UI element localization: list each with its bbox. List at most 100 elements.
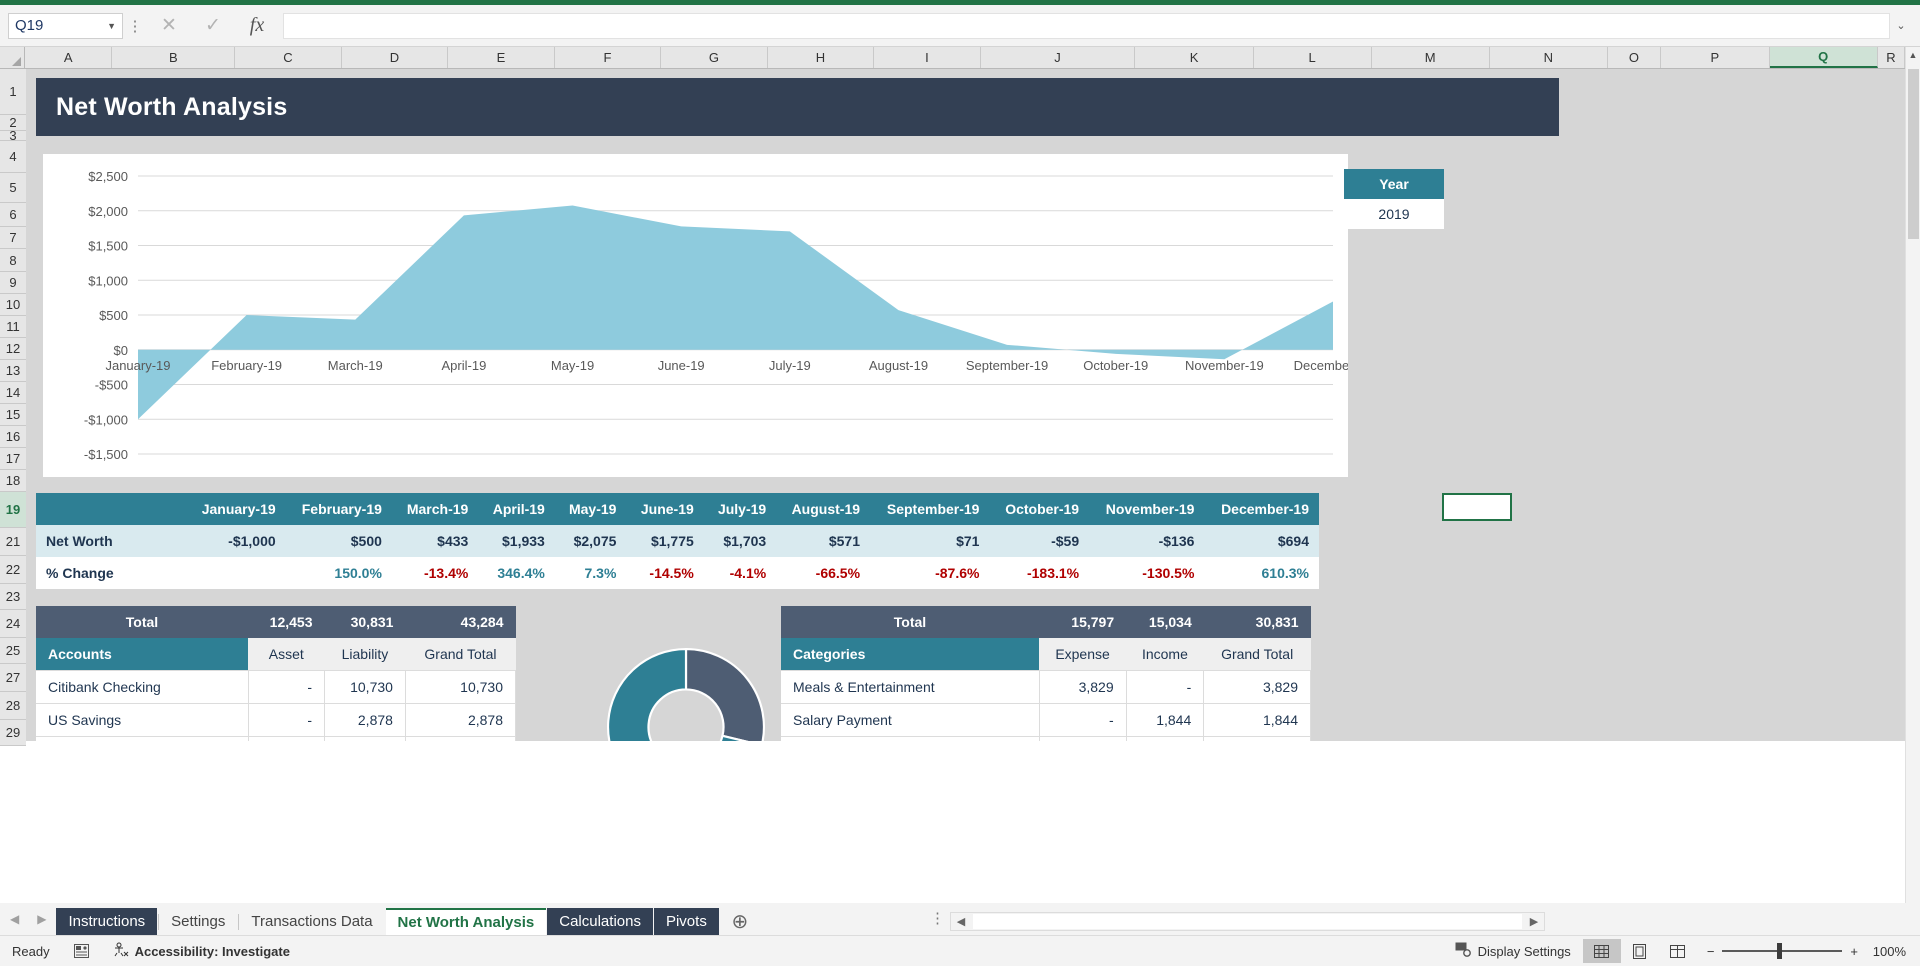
vertical-scroll-thumb[interactable] [1908, 69, 1919, 239]
row-header-28[interactable]: 28 [0, 692, 26, 720]
row-header-23[interactable]: 23 [0, 584, 26, 610]
column-header-n[interactable]: N [1489, 47, 1608, 68]
column-header-l[interactable]: L [1253, 47, 1372, 68]
expand-formula-bar-icon[interactable]: ⌄ [1890, 19, 1912, 32]
column-header-h[interactable]: H [767, 47, 875, 68]
display-settings-button[interactable]: Display Settings [1443, 936, 1583, 966]
sheet-tab-calculations[interactable]: Calculations [547, 908, 653, 935]
column-header-q[interactable]: Q [1769, 47, 1878, 68]
zoom-level-label[interactable]: 100% [1868, 944, 1920, 959]
row-header-14[interactable]: 14 [0, 382, 26, 404]
add-sheet-button[interactable]: ⊕ [720, 908, 760, 935]
horizontal-scroll-thumb[interactable] [973, 914, 1522, 929]
row-header-22[interactable]: 22 [0, 556, 26, 584]
insert-function-icon[interactable]: fx [235, 11, 279, 41]
svg-text:May-19: May-19 [551, 358, 594, 373]
sheet-tab-settings[interactable]: Settings [159, 908, 238, 935]
table-row: Salary Payment -1,844 1,844 [781, 703, 1311, 737]
row-header-6[interactable]: 6 [0, 203, 26, 227]
column-header-r[interactable]: R [1877, 47, 1906, 68]
column-header-j[interactable]: J [980, 47, 1136, 68]
accounts-donut-chart[interactable] [571, 644, 801, 741]
svg-text:November-19: November-19 [1185, 358, 1264, 373]
cancel-icon[interactable]: ✕ [147, 11, 191, 41]
row-header-10[interactable]: 10 [0, 294, 26, 316]
net-worth-area-chart[interactable]: $2,500 $2,000 $1,500 $1,000 $500 $0 -$500 -$1,0… [43, 154, 1348, 477]
name-box[interactable]: Q19 ▼ [8, 12, 123, 39]
categories-row-label: Freelance Work [781, 736, 1040, 741]
row-header-12[interactable]: 12 [0, 338, 26, 360]
column-header-p[interactable]: P [1661, 47, 1770, 68]
scroll-up-icon[interactable]: ▲ [1906, 47, 1920, 63]
row-header-1[interactable]: 1 [0, 69, 26, 115]
previous-sheet-icon[interactable]: ◀ [10, 912, 19, 926]
row-header-15[interactable]: 15 [0, 404, 26, 426]
column-header-b[interactable]: B [112, 47, 236, 68]
categories-column-header: Grand Total [1203, 638, 1311, 671]
column-header-m[interactable]: M [1371, 47, 1490, 68]
zoom-track[interactable] [1722, 943, 1843, 959]
svg-text:March-19: March-19 [328, 358, 383, 373]
row-header-7[interactable]: 7 [0, 227, 26, 249]
formula-bar-overflow-icon[interactable]: ⋮ [123, 17, 147, 35]
net-worth-month-header: February-19 [285, 493, 392, 525]
confirm-icon[interactable]: ✓ [191, 11, 235, 41]
year-filter-value[interactable]: 2019 [1344, 199, 1444, 229]
accessibility-status[interactable]: Accessibility: Investigate [101, 936, 302, 966]
zoom-slider[interactable]: − + [1697, 943, 1868, 959]
column-header-o[interactable]: O [1607, 47, 1662, 68]
column-header-i[interactable]: I [874, 47, 981, 68]
column-header-c[interactable]: C [235, 47, 342, 68]
row-header-24[interactable]: 24 [0, 610, 26, 638]
column-header-row: ABCDEFGHIJKLMNOPQR [0, 47, 1906, 69]
sheet-tab-pivots[interactable]: Pivots [653, 908, 719, 935]
page-break-preview-icon[interactable] [1659, 939, 1697, 963]
page-layout-view-icon[interactable] [1621, 939, 1659, 963]
sheet-tab-net-worth-analysis[interactable]: Net Worth Analysis [385, 908, 547, 935]
sheet-tab-transactions-data[interactable]: Transactions Data [239, 908, 385, 935]
row-header-21[interactable]: 21 [0, 528, 26, 556]
column-header-g[interactable]: G [661, 47, 768, 68]
net-worth-value-cell: 610.3% [1204, 557, 1319, 589]
scroll-left-icon[interactable]: ◀ [951, 915, 971, 928]
column-header-e[interactable]: E [448, 47, 555, 68]
row-header-16[interactable]: 16 [0, 426, 26, 448]
row-header-5[interactable]: 5 [0, 173, 26, 203]
zoom-in-icon[interactable]: + [1850, 944, 1858, 959]
sheet-tab-instructions[interactable]: Instructions [56, 908, 158, 935]
column-header-d[interactable]: D [341, 47, 449, 68]
row-header-17[interactable]: 17 [0, 448, 26, 470]
zoom-out-icon[interactable]: − [1707, 944, 1715, 959]
row-header-11[interactable]: 11 [0, 316, 26, 338]
categories-cell: - [1038, 736, 1127, 741]
select-all-corner[interactable] [0, 47, 26, 68]
column-header-k[interactable]: K [1135, 47, 1254, 68]
row-header-3[interactable]: 3 [0, 128, 26, 143]
row-header-27[interactable]: 27 [0, 664, 26, 692]
chevron-down-icon[interactable]: ▼ [107, 21, 116, 31]
vertical-scrollbar[interactable]: ▲ [1905, 47, 1920, 903]
formula-input[interactable] [283, 12, 1890, 39]
scroll-right-icon[interactable]: ▶ [1524, 915, 1544, 928]
row-header-29[interactable]: 29 [0, 720, 26, 746]
row-header-18[interactable]: 18 [0, 470, 26, 492]
row-header-8[interactable]: 8 [0, 249, 26, 272]
zoom-thumb[interactable] [1777, 943, 1783, 959]
row-header-9[interactable]: 9 [0, 272, 26, 294]
row-header-4[interactable]: 4 [0, 141, 26, 173]
year-filter-dropdown[interactable]: Year 2019 [1344, 169, 1444, 229]
horizontal-scroll-handle[interactable]: ⋮ [930, 909, 945, 927]
selected-cell-q19[interactable] [1442, 493, 1512, 521]
column-header-f[interactable]: F [554, 47, 662, 68]
row-header-19[interactable]: 19 [0, 492, 26, 528]
sheet-nav-arrows[interactable]: ◀ ▶ [0, 903, 56, 935]
normal-view-icon[interactable] [1582, 939, 1621, 963]
row-header-25[interactable]: 25 [0, 638, 26, 664]
next-sheet-icon[interactable]: ▶ [37, 912, 46, 926]
row-header-13[interactable]: 13 [0, 360, 26, 382]
horizontal-scrollbar[interactable]: ◀ ▶ [950, 912, 1545, 931]
recording-macro-icon[interactable] [62, 936, 101, 966]
accounts-cell: 2,878 [324, 703, 406, 737]
column-header-a[interactable]: A [25, 47, 113, 68]
net-worth-month-header: April-19 [478, 493, 555, 525]
